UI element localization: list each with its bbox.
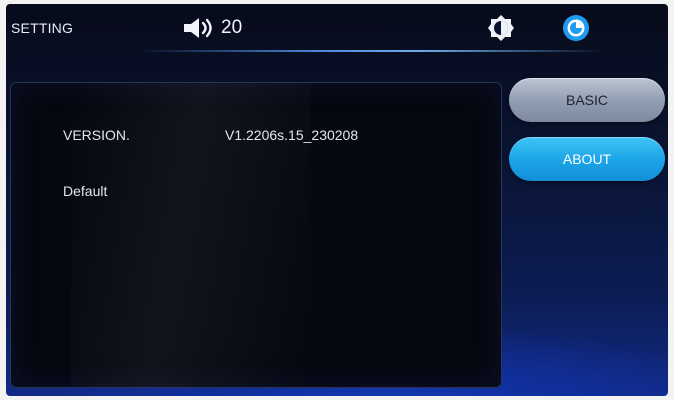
- version-label: VERSION.: [63, 127, 130, 143]
- default-label[interactable]: Default: [63, 183, 107, 199]
- brightness-icon[interactable]: [487, 14, 515, 47]
- page-title: SETTING: [11, 20, 74, 36]
- about-button[interactable]: ABOUT: [509, 137, 665, 181]
- volume-control[interactable]: 20: [182, 16, 242, 40]
- volume-level: 20: [221, 17, 243, 38]
- settings-screen: SETTING 20 VERSION. V1.2206s.15_230208 D…: [6, 4, 668, 396]
- basic-button[interactable]: BASIC: [509, 78, 665, 122]
- about-button-label: ABOUT: [562, 151, 612, 167]
- about-panel: VERSION. V1.2206s.15_230208 Default: [10, 82, 502, 388]
- basic-button-label: BASIC: [565, 92, 608, 108]
- header-divider: [136, 50, 606, 52]
- header-bar: SETTING 20: [6, 4, 668, 52]
- theme-icon[interactable]: [561, 13, 591, 48]
- speaker-icon: [182, 16, 220, 40]
- version-value: V1.2206s.15_230208: [225, 127, 359, 143]
